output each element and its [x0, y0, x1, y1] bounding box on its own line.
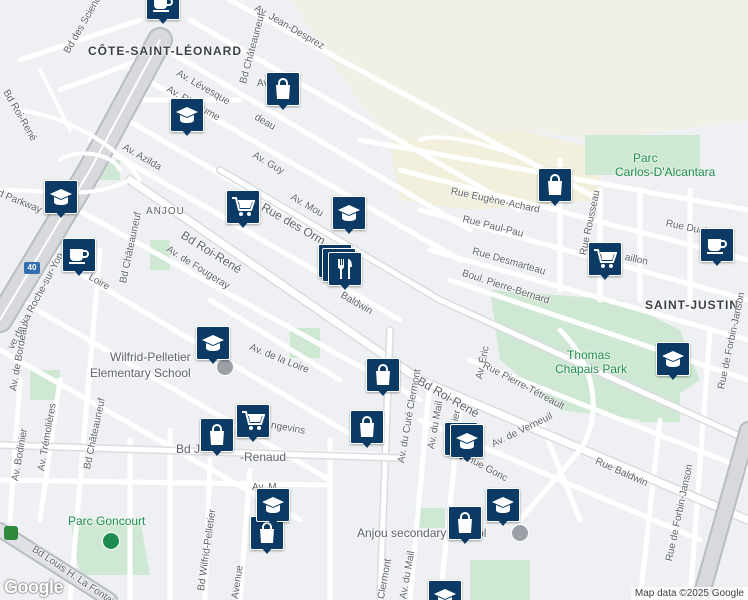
map-attribution[interactable]: Map data ©2025 Google [630, 587, 748, 600]
restaurant-pin[interactable] [328, 252, 362, 290]
highway-40-shield: 40 [24, 262, 40, 274]
grocery-icon [241, 410, 265, 432]
cafe-icon [152, 0, 174, 12]
shopping-icon [273, 78, 293, 100]
maple-leaf-icon [4, 526, 18, 540]
school-icon [261, 495, 285, 515]
school-pin[interactable] [196, 326, 230, 364]
school-marker-anjou[interactable] [511, 524, 529, 542]
restaurant-icon [335, 258, 355, 280]
school-icon [491, 495, 515, 515]
school-pin[interactable] [486, 488, 520, 526]
shopping-pin[interactable] [448, 506, 482, 544]
grocery-icon [231, 196, 255, 218]
park-marker-goncourt[interactable] [102, 532, 120, 550]
cafe-pin[interactable] [700, 228, 734, 266]
cafe-pin[interactable] [62, 238, 96, 276]
school-icon [175, 105, 199, 125]
shopping-pin[interactable] [366, 358, 400, 396]
grocery-pin[interactable] [226, 190, 260, 228]
map-base [0, 0, 748, 600]
school-pin[interactable] [656, 342, 690, 380]
google-logo: Google [4, 577, 64, 597]
grocery-pin[interactable] [588, 242, 622, 280]
school-icon [201, 333, 225, 353]
shopping-icon [357, 416, 377, 438]
shopping-icon [545, 174, 565, 196]
school-pin[interactable] [44, 180, 78, 218]
school-icon [455, 431, 479, 451]
map-canvas[interactable]: CÔTE-SAINT-LÉONARD ANJOU SAINT-JUSTIN Pa… [0, 0, 748, 600]
cafe-icon [68, 246, 90, 264]
school-icon [49, 187, 73, 207]
school-pin[interactable] [256, 488, 290, 526]
school-icon [433, 587, 457, 600]
school-icon [337, 203, 361, 223]
shopping-pin[interactable] [266, 72, 300, 110]
school-pin[interactable] [428, 580, 462, 600]
cafe-icon [706, 236, 728, 254]
cafe-pin[interactable] [146, 0, 180, 24]
grocery-pin[interactable] [236, 404, 270, 442]
shopping-icon [373, 364, 393, 386]
shopping-pin[interactable] [200, 418, 234, 456]
school-pin[interactable] [450, 424, 484, 462]
grocery-icon [593, 248, 617, 270]
shopping-pin[interactable] [350, 410, 384, 448]
shopping-icon [455, 512, 475, 534]
school-pin[interactable] [332, 196, 366, 234]
school-icon [661, 349, 685, 369]
shopping-icon [207, 424, 227, 446]
school-pin[interactable] [170, 98, 204, 136]
shopping-pin[interactable] [538, 168, 572, 206]
